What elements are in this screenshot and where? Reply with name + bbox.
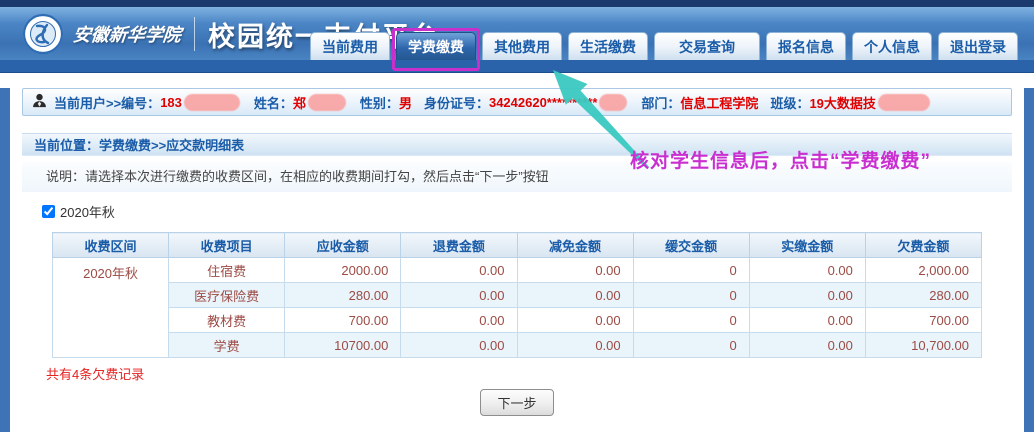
col-header-due: 应收金额 — [285, 233, 401, 258]
top-strip — [0, 0, 1034, 7]
instruction-text: 说明：请选择本次进行缴费的收费区间，在相应的收费期间打勾，然后点击“下一步”按钮 — [22, 162, 1012, 192]
tab-logout[interactable]: 退出登录 — [938, 32, 1018, 60]
arrears-cell: 2,000.00 — [865, 258, 981, 283]
reduction-cell: 0.00 — [517, 283, 633, 308]
user-name-label: 姓名： — [254, 93, 293, 112]
user-name-value: 郑 — [293, 93, 306, 112]
brand-divider — [194, 17, 195, 51]
item-cell: 学费 — [169, 333, 285, 358]
arrears-cell: 280.00 — [865, 283, 981, 308]
table-row: 医疗保险费 280.00 0.00 0.00 0 0.00 280.00 — [53, 283, 982, 308]
user-idcard-label: 身份证号： — [424, 93, 489, 112]
deferred-cell: 0 — [633, 283, 749, 308]
user-avatar-icon — [31, 92, 48, 112]
breadcrumb: 当前位置：学费缴费>>应交款明细表 — [22, 133, 1012, 156]
col-header-period: 收费区间 — [53, 233, 169, 258]
due-cell: 280.00 — [285, 283, 401, 308]
user-idcard-value: 34242620********** — [489, 95, 597, 110]
main-content: 当前用户>>编号：183 姓名：郑 性别：男 身份证号：34242620****… — [0, 88, 1034, 432]
reduction-cell: 0.00 — [517, 333, 633, 358]
item-cell: 住宿费 — [169, 258, 285, 283]
col-header-paid: 实缴金额 — [749, 233, 865, 258]
table-row: 教材费 700.00 0.00 0.00 0 0.00 700.00 — [53, 308, 982, 333]
header: 安徽新华学院 校园统一支付平台 当前费用 学费缴费 其他费用 生活缴费 交易查询… — [0, 7, 1034, 60]
tab-transaction-query[interactable]: 交易查询 — [654, 32, 760, 60]
user-info-bar: 当前用户>>编号：183 姓名：郑 性别：男 身份证号：34242620****… — [22, 88, 1012, 116]
tab-current-fees[interactable]: 当前费用 — [310, 32, 390, 60]
col-header-item: 收费项目 — [169, 233, 285, 258]
refund-cell: 0.00 — [401, 258, 517, 283]
user-dept-label: 部门： — [641, 93, 680, 112]
nav-tabs: 当前费用 学费缴费 其他费用 生活缴费 交易查询 报名信息 个人信息 退出登录 — [310, 32, 1018, 60]
user-dept-value: 信息工程学院 — [680, 93, 758, 112]
refund-cell: 0.00 — [401, 283, 517, 308]
user-gender-value: 男 — [399, 93, 412, 112]
user-gender-label: 性别： — [360, 93, 399, 112]
redaction — [599, 94, 627, 111]
arrears-summary: 共有4条欠费记录 — [46, 364, 1024, 383]
item-cell: 医疗保险费 — [169, 283, 285, 308]
tab-registration-info[interactable]: 报名信息 — [766, 32, 846, 60]
table-row: 学费 10700.00 0.00 0.00 0 0.00 10,700.00 — [53, 333, 982, 358]
arrears-cell: 700.00 — [865, 308, 981, 333]
reduction-cell: 0.00 — [517, 258, 633, 283]
period-cell: 2020年秋 — [53, 258, 169, 358]
col-header-refund: 退费金额 — [401, 233, 517, 258]
col-header-deferred: 缓交金额 — [633, 233, 749, 258]
col-header-arrears: 欠费金额 — [865, 233, 981, 258]
paid-cell: 0.00 — [749, 333, 865, 358]
tab-other-fees[interactable]: 其他费用 — [482, 32, 562, 60]
paid-cell: 0.00 — [749, 308, 865, 333]
user-class-value: 19大数据技 — [809, 93, 875, 112]
fees-table: 收费区间 收费项目 应收金额 退费金额 减免金额 缓交金额 实缴金额 欠费金额 … — [52, 232, 982, 358]
period-checkbox-row: 2020年秋 — [42, 198, 1024, 224]
arrears-cell: 10,700.00 — [865, 333, 981, 358]
header-sub-bar — [0, 60, 1034, 73]
due-cell: 700.00 — [285, 308, 401, 333]
period-checkbox[interactable] — [42, 205, 55, 218]
school-logo-icon — [22, 13, 64, 55]
user-id-value: 183 — [160, 95, 182, 110]
due-cell: 10700.00 — [285, 333, 401, 358]
period-checkbox-label[interactable]: 2020年秋 — [60, 202, 115, 221]
item-cell: 教材费 — [169, 308, 285, 333]
redaction — [184, 94, 240, 111]
paid-cell: 0.00 — [749, 258, 865, 283]
table-row: 2020年秋 住宿费 2000.00 0.00 0.00 0 0.00 2,00… — [53, 258, 982, 283]
refund-cell: 0.00 — [401, 308, 517, 333]
next-step-button[interactable]: 下一步 — [480, 389, 553, 416]
deferred-cell: 0 — [633, 333, 749, 358]
table-header-row: 收费区间 收费项目 应收金额 退费金额 减免金额 缓交金额 实缴金额 欠费金额 — [53, 233, 982, 258]
refund-cell: 0.00 — [401, 333, 517, 358]
paid-cell: 0.00 — [749, 283, 865, 308]
col-header-reduction: 减免金额 — [517, 233, 633, 258]
deferred-cell: 0 — [633, 308, 749, 333]
user-id-label: 当前用户>>编号： — [54, 93, 160, 112]
user-class-label: 班级： — [770, 93, 809, 112]
tab-living-payment[interactable]: 生活缴费 — [568, 32, 648, 60]
redaction — [878, 94, 930, 111]
tab-personal-info[interactable]: 个人信息 — [852, 32, 932, 60]
deferred-cell: 0 — [633, 258, 749, 283]
tab-tuition-payment[interactable]: 学费缴费 — [396, 32, 476, 60]
reduction-cell: 0.00 — [517, 308, 633, 333]
school-name: 安徽新华学院 — [72, 21, 183, 47]
redaction — [308, 94, 346, 111]
due-cell: 2000.00 — [285, 258, 401, 283]
button-row: 下一步 — [10, 389, 1024, 416]
